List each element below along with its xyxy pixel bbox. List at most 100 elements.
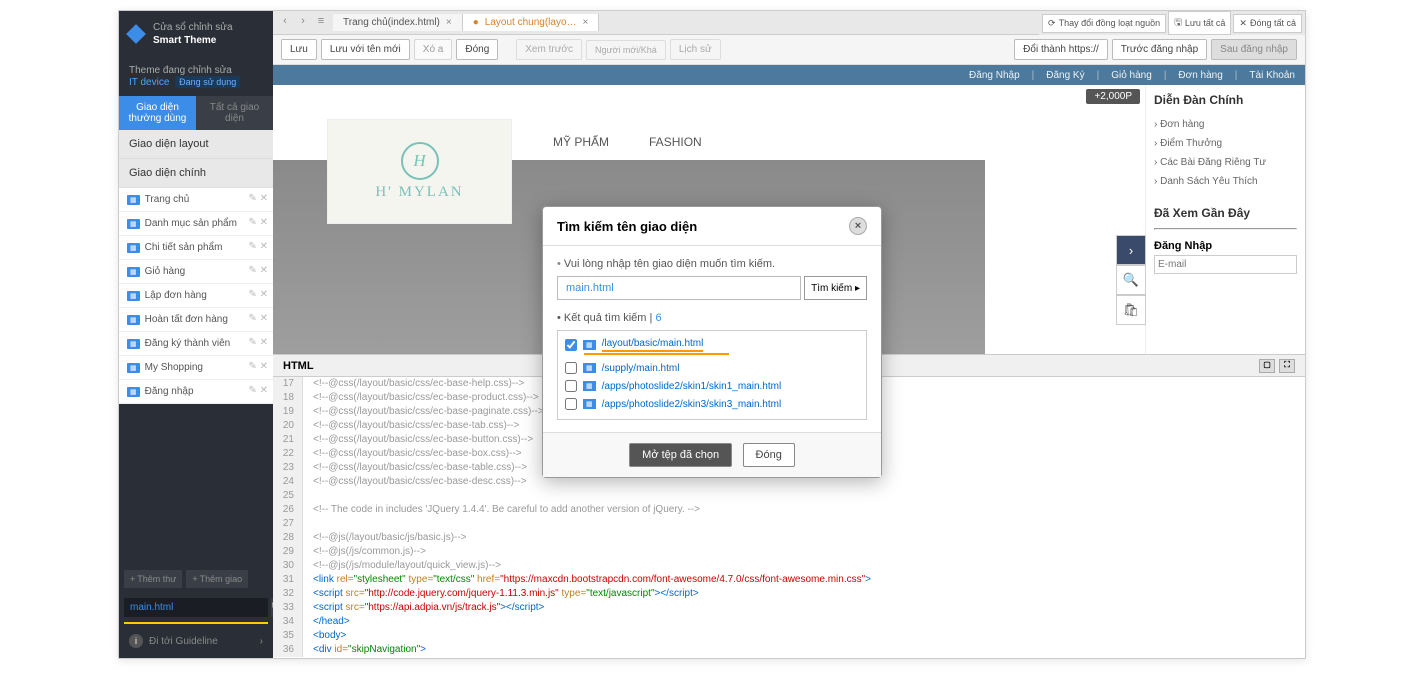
tab-nav-left[interactable]: ‹: [277, 15, 293, 31]
file-type-badge: ▦: [127, 363, 140, 373]
results-count: 6: [655, 312, 661, 324]
file-type-badge: ▦: [127, 291, 140, 301]
tab-nav-right[interactable]: ›: [295, 15, 311, 31]
add-folder-button[interactable]: +Thêm thư: [124, 570, 182, 588]
preview-button[interactable]: Xem trước: [516, 39, 582, 60]
result-path[interactable]: /apps/photoslide2/skin3/skin3_main.html: [602, 399, 782, 410]
editor-collapse-icon[interactable]: ▢: [1259, 359, 1275, 373]
close-all-button[interactable]: ✕Đóng tất cả: [1233, 14, 1302, 33]
result-checkbox[interactable]: [565, 339, 577, 351]
before-login-button[interactable]: Trước đăng nhập: [1112, 39, 1207, 60]
item-actions[interactable]: ✎ ✕: [248, 217, 268, 228]
sidebar-file-item[interactable]: ▦Đăng ký thành viên✎ ✕: [119, 332, 273, 356]
item-actions[interactable]: ✎ ✕: [248, 361, 268, 372]
file-badge-icon: ▦: [583, 363, 596, 373]
site-logo[interactable]: H H' MYLAN: [327, 119, 512, 224]
login-title: Đăng Nhập: [1154, 240, 1297, 252]
item-actions[interactable]: ✎ ✕: [248, 385, 268, 396]
result-checkbox[interactable]: [565, 398, 577, 410]
newbie-button[interactable]: Người mới/Khá: [586, 40, 666, 60]
panel-menu-item[interactable]: Điểm Thưởng: [1154, 134, 1297, 153]
header-link[interactable]: Đơn hàng: [1178, 70, 1222, 81]
file-tab-home[interactable]: Trang chủ(index.html)×: [333, 14, 463, 31]
theme-name: IT device: [129, 77, 169, 88]
logo-icon: H: [401, 142, 439, 180]
save-all-button[interactable]: 🖫Lưu tất cả: [1168, 11, 1231, 35]
close-icon[interactable]: ×: [583, 17, 589, 28]
add-interface-button[interactable]: +Thêm giao: [186, 570, 248, 588]
file-type-badge: ▦: [127, 387, 140, 397]
guideline-link[interactable]: i Đi tới Guideline ›: [119, 624, 273, 658]
nav-link[interactable]: FASHION: [649, 135, 702, 149]
sync-source-button[interactable]: ⟳Thay đổi đồng loạt nguồn: [1042, 14, 1166, 33]
tab-common-interfaces[interactable]: Giao diện thường dùng: [119, 96, 196, 130]
file-tab-layout[interactable]: ●Layout chung(layo…×: [463, 14, 600, 31]
editor-expand-icon[interactable]: ⛶: [1279, 359, 1295, 373]
right-panel: › 🔍 🛍 Diễn Đàn Chính Đơn hàngĐiểm Thưởng…: [1145, 85, 1305, 355]
delete-button[interactable]: Xó a: [414, 39, 453, 60]
header-link[interactable]: Giỏ hàng: [1111, 70, 1152, 81]
editor-toolbar: Lưu Lưu với tên mới Xó a Đóng Xem trước …: [273, 35, 1305, 65]
panel-menu-item[interactable]: Danh Sách Yêu Thích: [1154, 172, 1297, 191]
header-link[interactable]: Đăng Nhập: [969, 70, 1020, 81]
sidebar-file-item[interactable]: ▦Trang chủ✎ ✕: [119, 188, 273, 212]
email-input[interactable]: [1154, 255, 1297, 274]
item-actions[interactable]: ✎ ✕: [248, 337, 268, 348]
sidebar-file-item[interactable]: ▦Danh mục sản phẩm✎ ✕: [119, 212, 273, 236]
close-icon[interactable]: ×: [446, 17, 452, 28]
item-actions[interactable]: ✎ ✕: [248, 313, 268, 324]
result-path[interactable]: /supply/main.html: [602, 363, 680, 374]
item-actions[interactable]: ✎ ✕: [248, 289, 268, 300]
sidebar-header: Cửa sổ chỉnh sửa Smart Theme: [119, 11, 273, 57]
section-layout-header: Giao diện layout: [119, 130, 273, 159]
item-actions[interactable]: ✎ ✕: [248, 241, 268, 252]
modal-close-button[interactable]: ×: [849, 217, 867, 235]
recent-title: Đã Xem Gần Đây: [1154, 206, 1297, 220]
nav-link[interactable]: MỸ PHẨM: [553, 135, 609, 149]
sidebar-file-item[interactable]: ▦Hoàn tất đơn hàng✎ ✕: [119, 308, 273, 332]
sidebar-file-item[interactable]: ▦Chi tiết sản phẩm✎ ✕: [119, 236, 273, 260]
header-link[interactable]: Đăng Ký: [1046, 70, 1084, 81]
sidebar-file-item[interactable]: ▦Đăng nhập✎ ✕: [119, 380, 273, 404]
result-path[interactable]: /layout/basic/main.html: [602, 338, 704, 352]
open-selected-button[interactable]: Mở tệp đã chọn: [629, 443, 732, 467]
sidebar-search-input[interactable]: [124, 598, 268, 617]
close-button[interactable]: Đóng: [456, 39, 498, 60]
result-item[interactable]: ▦ /supply/main.html: [562, 359, 862, 377]
history-button[interactable]: Lịch sử: [670, 39, 721, 60]
sidebar-file-item[interactable]: ▦Lập đơn hàng✎ ✕: [119, 284, 273, 308]
save-as-button[interactable]: Lưu với tên mới: [321, 39, 410, 60]
file-type-badge: ▦: [127, 219, 140, 229]
file-type-badge: ▦: [127, 315, 140, 325]
save-button[interactable]: Lưu: [281, 39, 317, 60]
panel-menu-item[interactable]: Đơn hàng: [1154, 115, 1297, 134]
sidebar-file-item[interactable]: ▦Giỏ hàng✎ ✕: [119, 260, 273, 284]
sidebar-file-item[interactable]: ▦My Shopping✎ ✕: [119, 356, 273, 380]
result-path[interactable]: /apps/photoslide2/skin1/skin1_main.html: [602, 381, 782, 392]
item-actions[interactable]: ✎ ✕: [248, 193, 268, 204]
after-login-button[interactable]: Sau đăng nhập: [1211, 39, 1297, 60]
logo-text: H' MYLAN: [375, 184, 463, 201]
result-checkbox[interactable]: [565, 380, 577, 392]
file-badge-icon: ▦: [583, 381, 596, 391]
https-toggle-button[interactable]: Đổi thành https://: [1014, 39, 1108, 60]
side-icon-cart[interactable]: 🛍: [1116, 295, 1146, 325]
tab-list-icon[interactable]: ≡: [313, 15, 329, 31]
file-badge-icon: ▦: [583, 340, 596, 350]
site-top-links: Đăng Nhập|Đăng Ký|Giỏ hàng|Đơn hàng|Tài …: [273, 65, 1305, 85]
modal-close-footer-button[interactable]: Đóng: [743, 443, 795, 467]
panel-menu-item[interactable]: Các Bài Đăng Riêng Tư: [1154, 153, 1297, 172]
result-checkbox[interactable]: [565, 362, 577, 374]
sidebar-subtitle: Cửa sổ chỉnh sửa: [153, 21, 233, 34]
modal-search-input[interactable]: [557, 276, 801, 300]
tab-all-interfaces[interactable]: Tất cả giao diện: [196, 96, 273, 130]
result-item[interactable]: ▦ /layout/basic/main.html: [562, 335, 862, 355]
header-link[interactable]: Tài Khoản: [1249, 70, 1295, 81]
item-actions[interactable]: ✎ ✕: [248, 265, 268, 276]
side-icon-search[interactable]: 🔍: [1116, 265, 1146, 295]
modal-search-button[interactable]: Tìm kiếm ▸: [804, 276, 867, 300]
file-type-badge: ▦: [127, 339, 140, 349]
side-icon-arrow[interactable]: ›: [1116, 235, 1146, 265]
result-item[interactable]: ▦ /apps/photoslide2/skin1/skin1_main.htm…: [562, 377, 862, 395]
result-item[interactable]: ▦ /apps/photoslide2/skin3/skin3_main.htm…: [562, 395, 862, 413]
